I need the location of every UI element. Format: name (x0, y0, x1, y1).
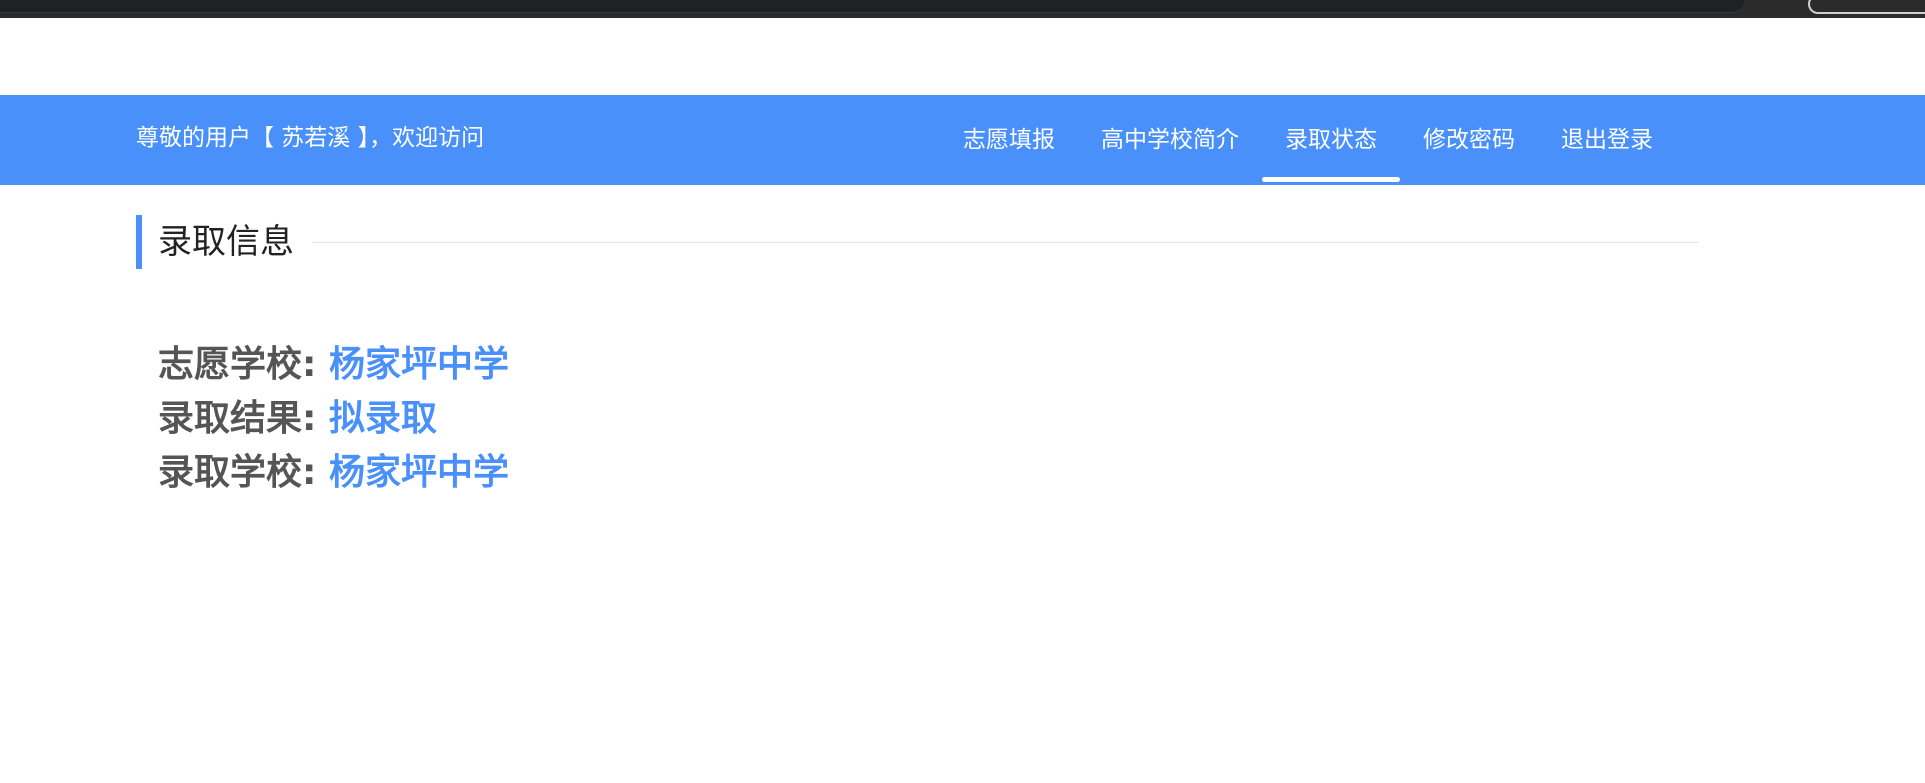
info-value: 拟录取 (328, 398, 437, 439)
nav-menu: 志愿填报 高中学校简介 录取状态 修改密码 退出登录 (940, 95, 1676, 185)
nav-item-admission-status[interactable]: 录取状态 (1262, 95, 1400, 185)
info-row-preferred-school: 志愿学校: 杨家坪中学 (158, 338, 509, 392)
admission-info: 志愿学校: 杨家坪中学 录取结果: 拟录取 录取学校: 杨家坪中学 (158, 338, 509, 500)
info-label: 志愿学校: (158, 344, 317, 385)
section-header: 录取信息 (136, 215, 1698, 269)
browser-address-bar[interactable] (0, 0, 1745, 13)
info-row-admitted-school: 录取学校: 杨家坪中学 (158, 446, 509, 500)
top-navbar: 尊敬的用户【 苏若溪 】，欢迎访问 志愿填报 高中学校简介 录取状态 修改密码 … (0, 95, 1925, 185)
info-row-admission-result: 录取结果: 拟录取 (158, 392, 509, 446)
browser-profile-button[interactable] (1808, 0, 1925, 14)
nav-item-school-intro[interactable]: 高中学校简介 (1078, 95, 1262, 185)
browser-chrome (0, 0, 1925, 18)
section-title: 录取信息 (158, 222, 294, 262)
nav-item-logout[interactable]: 退出登录 (1538, 95, 1676, 185)
section-divider (312, 242, 1698, 243)
info-value: 杨家坪中学 (328, 344, 509, 385)
welcome-message: 尊敬的用户【 苏若溪 】，欢迎访问 (136, 125, 485, 151)
info-value: 杨家坪中学 (328, 452, 509, 493)
nav-item-application[interactable]: 志愿填报 (940, 95, 1078, 185)
info-label: 录取学校: (158, 452, 317, 493)
section-accent-bar (136, 215, 142, 269)
nav-item-change-password[interactable]: 修改密码 (1400, 95, 1538, 185)
info-label: 录取结果: (158, 398, 317, 439)
